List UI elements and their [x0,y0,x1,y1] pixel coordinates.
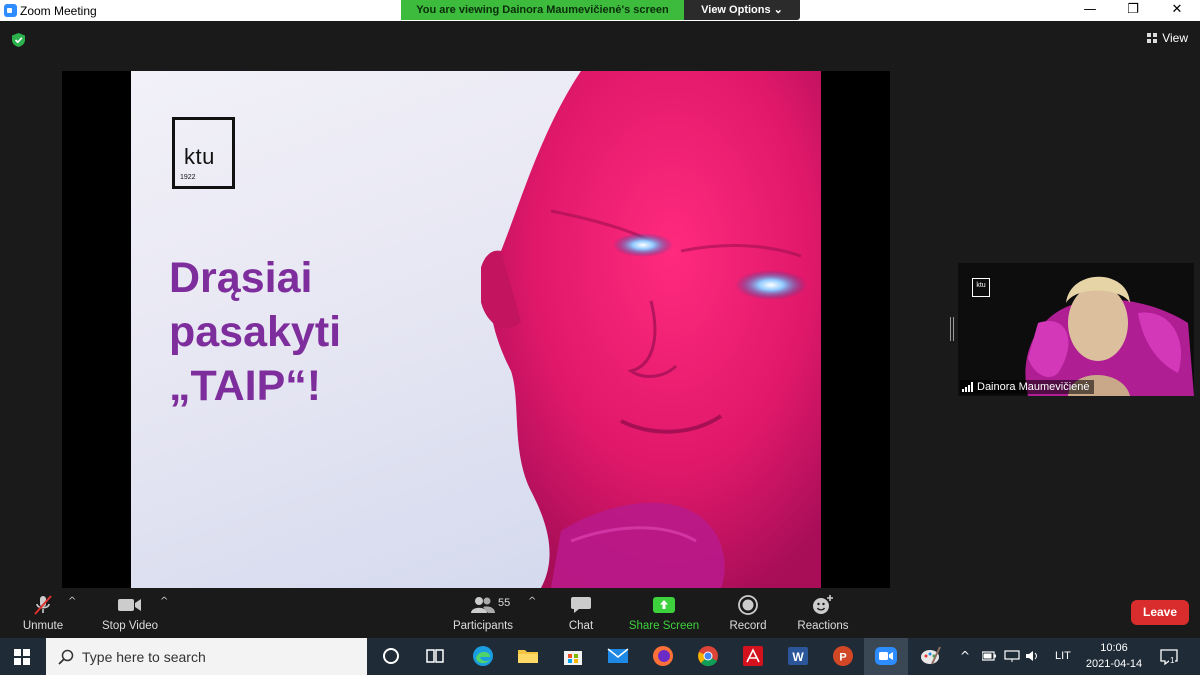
input-language[interactable]: LIT [1055,650,1071,662]
battery-icon[interactable] [982,651,996,661]
participants-button[interactable]: Participants [450,588,516,638]
chat-button[interactable]: Chat [561,588,601,638]
mail-icon[interactable] [606,644,630,668]
smiley-plus-icon [812,592,834,618]
unmute-label: Unmute [22,620,64,632]
participants-options-caret[interactable]: ^ [528,596,536,607]
panel-resize-handle[interactable] [950,317,955,341]
tile-ktu-logo: ktu [972,278,990,297]
record-icon [738,592,758,618]
meeting-area: View ktu 1922 Drąsiai pasakyti „TAIP“! k… [0,21,1200,588]
chrome-icon[interactable] [696,644,720,668]
stop-video-label: Stop Video [101,620,159,632]
clock-date: 2021-04-14 [1085,658,1143,670]
unmute-button[interactable]: Unmute [18,588,68,638]
view-layout-button[interactable]: View [1147,31,1188,45]
ktu-logo: ktu 1922 [172,117,235,189]
robot-face-image [481,71,821,588]
show-hidden-icons-caret[interactable]: ^ [960,649,970,663]
view-label: View [1162,31,1188,45]
chat-bubble-icon [571,592,591,618]
grid-view-icon [1147,33,1158,43]
reactions-label: Reactions [797,620,849,632]
taskbar-clock[interactable]: 10:06 2021-04-14 [1082,640,1146,672]
video-options-caret[interactable]: ^ [160,596,168,607]
zoom-app-icon [4,4,17,17]
svg-text:W: W [792,650,804,664]
title-bar: Zoom Meeting You are viewing Dainora Mau… [0,0,1200,21]
participants-label: Participants [452,620,514,632]
participants-count: 55 [498,597,511,609]
reactions-button[interactable]: Reactions [795,588,851,638]
headline-line: „TAIP“! [169,362,322,410]
stop-video-button[interactable]: Stop Video [98,588,162,638]
volume-icon[interactable] [1026,650,1040,662]
microsoft-store-icon[interactable] [561,644,585,668]
ktu-logo-year: 1922 [180,174,196,181]
task-view-icon[interactable] [423,644,447,668]
windows-start-icon[interactable] [14,649,30,665]
share-screen-icon [653,592,675,618]
clock-time: 10:06 [1100,642,1128,654]
notification-count-badge: 1 [1169,656,1176,665]
muted-microphone-icon [32,592,54,618]
share-screen-label: Share Screen [628,620,700,632]
record-button[interactable]: Record [726,588,770,638]
close-button[interactable]: ✕ [1154,0,1200,21]
zoom-taskbar-icon[interactable] [874,644,898,668]
chat-label: Chat [568,620,594,632]
share-screen-button[interactable]: Share Screen [628,588,700,638]
svg-text:P: P [839,652,846,664]
video-camera-icon [118,592,142,618]
file-explorer-icon[interactable] [516,644,540,668]
network-icon[interactable] [1004,650,1020,662]
search-placeholder: Type here to search [82,649,206,665]
search-icon [58,649,74,665]
shield-icon[interactable] [12,33,25,47]
presentation-slide: ktu 1922 Drąsiai pasakyti „TAIP“! [131,71,821,588]
windows-taskbar: Type here to search W P ^ LIT 10:06 2021… [0,638,1200,675]
shared-screen: ktu 1922 Drąsiai pasakyti „TAIP“! [62,71,890,588]
minimize-button[interactable]: — [1067,0,1113,21]
restore-button[interactable]: ❐ [1110,0,1156,21]
paint-icon[interactable] [918,644,942,668]
cortana-icon[interactable] [379,644,403,668]
participant-video-image [958,263,1194,396]
word-icon[interactable]: W [786,644,810,668]
view-options-button[interactable]: View Options ⌄ [684,0,800,20]
record-label: Record [729,620,767,632]
slide-headline: Drąsiai pasakyti „TAIP“! [169,251,469,413]
ktu-logo-text: ktu [184,144,215,169]
viewing-screen-banner: You are viewing Dainora Maumevičienė's s… [401,0,684,20]
audio-options-caret[interactable]: ^ [68,596,76,607]
participant-name: Dainora Maumevičienė [977,381,1090,393]
headline-line: Drąsiai [169,254,313,302]
participants-icon [471,592,495,618]
firefox-icon[interactable] [651,644,675,668]
window-title: Zoom Meeting [20,4,97,18]
powerpoint-icon[interactable]: P [831,644,855,668]
meeting-toolbar: Unmute ^ Stop Video ^ Participants 55 ^ … [0,588,1200,638]
acrobat-reader-icon[interactable] [741,644,765,668]
edge-browser-icon[interactable] [471,644,495,668]
taskbar-search-box[interactable]: Type here to search [46,638,367,675]
signal-strength-icon [962,382,973,392]
headline-line: pasakyti [169,308,342,356]
participant-name-label: Dainora Maumevičienė [960,380,1094,394]
leave-meeting-button[interactable]: Leave [1131,600,1189,625]
participant-video-tile[interactable]: ktu Dainora Maumevičienė [958,263,1194,396]
